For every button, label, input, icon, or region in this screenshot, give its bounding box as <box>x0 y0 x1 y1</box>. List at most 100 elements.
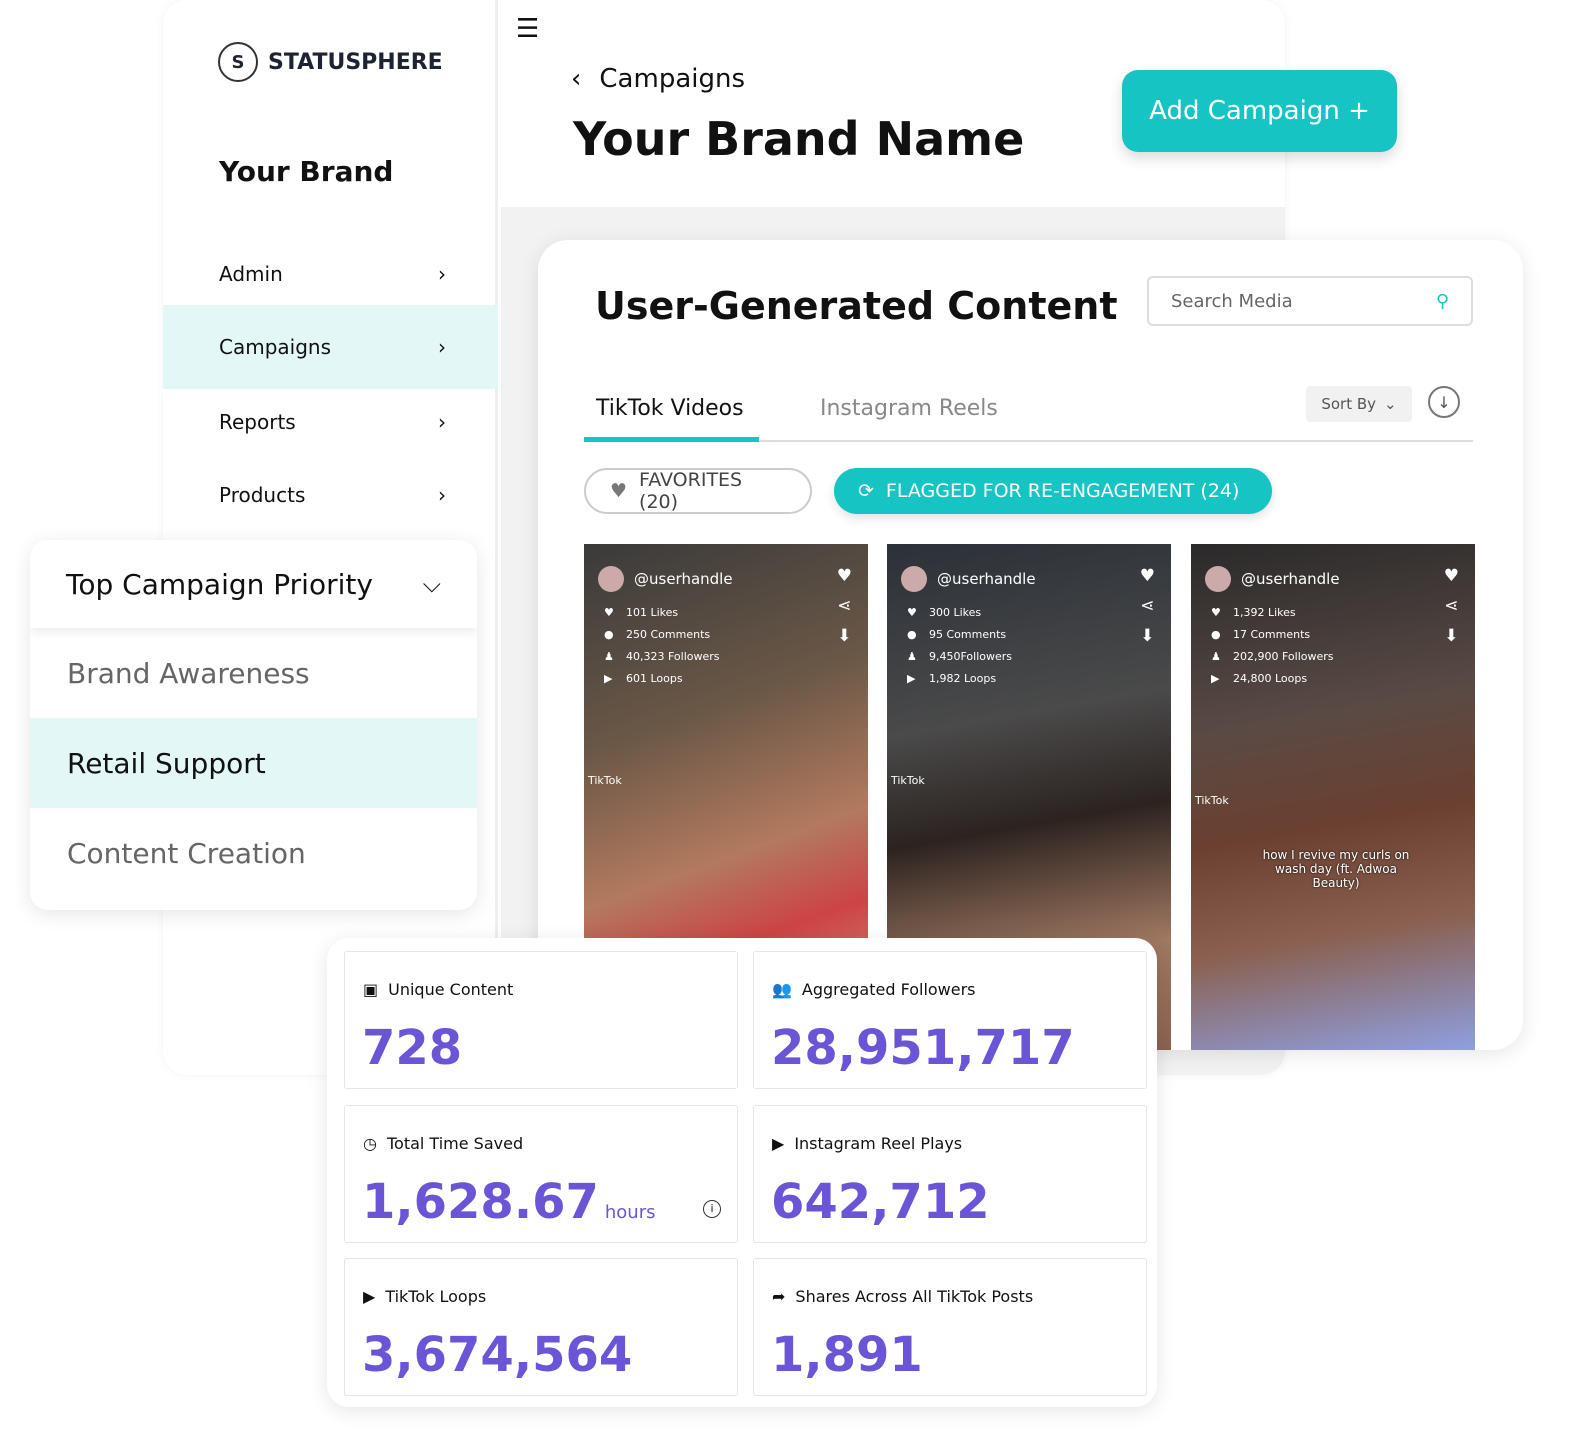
share-icon[interactable]: ⋖ <box>1444 596 1458 616</box>
comments: 17 Comments <box>1233 628 1311 641</box>
avatar <box>1205 566 1231 592</box>
option-content-creation[interactable]: Content Creation <box>30 808 477 898</box>
heart-icon[interactable]: ♥ <box>1444 566 1459 586</box>
ugc-title: User-Generated Content <box>595 284 1118 328</box>
play-icon: ▶ <box>604 672 613 685</box>
logo-icon: S <box>218 42 258 82</box>
logo[interactable]: S STATUSPHERE <box>218 42 443 82</box>
nav-label: Admin <box>219 262 283 286</box>
comments: 250 Comments <box>626 628 711 641</box>
stat-value: 642,712 <box>771 1174 990 1230</box>
user-handle[interactable]: @userhandle <box>1241 570 1340 588</box>
stat-label: Aggregated Followers <box>801 980 976 999</box>
user-icon: ♟ <box>1211 650 1221 663</box>
refresh-icon: ⟳ <box>858 480 874 502</box>
play-icon: ▶ <box>772 1134 785 1153</box>
sidebar: S STATUSPHERE Your Brand Admin › Campaigns… <box>163 0 498 1075</box>
video-stats: ♥ 300 Likes ● 95 Comments ♟ 9,450Followers … <box>907 602 1012 690</box>
stat-label: TikTok Loops <box>385 1287 487 1306</box>
followers: 9,450Followers <box>929 650 1013 663</box>
comments: 95 Comments <box>929 628 1007 641</box>
sidebar-item-reports[interactable]: Reports › <box>163 380 498 464</box>
stat-label: Shares Across All TikTok Posts <box>795 1287 1034 1306</box>
favorites-filter[interactable]: ♥ FAVORITES (20) <box>584 468 812 514</box>
sidebar-item-admin[interactable]: Admin › <box>163 232 498 316</box>
favorites-label: FAVORITES (20) <box>639 469 743 513</box>
likes: 300 Likes <box>929 606 982 619</box>
chevron-left-icon[interactable]: ‹ <box>571 64 581 94</box>
chevron-right-icon: › <box>438 410 446 434</box>
breadcrumb[interactable]: ‹ Campaigns <box>571 64 745 94</box>
heart-icon: ♥ <box>1211 606 1221 619</box>
stat-label: Unique Content <box>388 980 514 999</box>
page-title: Your Brand Name <box>573 112 1025 166</box>
stat-label: Instagram Reel Plays <box>794 1134 963 1153</box>
stat-label: Total Time Saved <box>386 1134 524 1153</box>
video-caption: how I revive my curls on wash day (ft. A… <box>1262 848 1410 890</box>
info-icon[interactable]: i <box>703 1200 721 1218</box>
comment-icon: ● <box>604 628 614 641</box>
nav-label: Reports <box>219 410 296 434</box>
play-icon: ▶ <box>907 672 916 685</box>
avatar <box>901 566 927 592</box>
comment-icon: ● <box>1211 628 1221 641</box>
video-card[interactable]: @userhandle ♥ 1,392 Likes ● 17 Comments ♟ 2… <box>1191 544 1475 1050</box>
nav-label: Campaigns <box>219 335 332 359</box>
tab-instagram-reels[interactable]: Instagram Reels <box>808 396 1010 442</box>
nav-label: Products <box>219 483 306 507</box>
image-icon: ▣ <box>363 980 379 999</box>
search-icon[interactable]: ⚲ <box>1436 291 1449 312</box>
stat-instagram-reel-plays: ▶ Instagram Reel Plays 642,712 <box>753 1105 1147 1243</box>
loops: 1,982 Loops <box>929 672 997 685</box>
user-icon: ♟ <box>907 650 917 663</box>
stat-value: 1,628.67 <box>362 1174 599 1230</box>
heart-icon[interactable]: ♥ <box>1140 566 1155 586</box>
stat-value: 1,891 <box>771 1327 923 1383</box>
share-arrow-icon: ➦ <box>772 1287 786 1306</box>
chevron-down-icon: ⌄ <box>1384 395 1397 413</box>
tab-tiktok-videos[interactable]: TikTok Videos <box>584 396 759 442</box>
option-retail-support[interactable]: Retail Support <box>30 718 477 808</box>
download-icon[interactable]: ⬇ <box>1444 626 1458 646</box>
download-icon[interactable]: ⬇ <box>1140 626 1154 646</box>
loops: 601 Loops <box>626 672 683 685</box>
chevron-right-icon: › <box>438 335 446 359</box>
ugc-panel: User-Generated Content Search Media ⚲ Tik… <box>538 240 1523 1050</box>
sidebar-item-campaigns[interactable]: Campaigns › <box>163 305 498 389</box>
option-brand-awareness[interactable]: Brand Awareness <box>30 628 477 718</box>
priority-dropdown-toggle[interactable]: Top Campaign Priority ⌵ <box>30 540 477 628</box>
priority-label: Top Campaign Priority <box>66 567 373 601</box>
chevron-down-icon: ⌵ <box>422 570 441 598</box>
stat-value: 28,951,717 <box>771 1020 1075 1076</box>
heart-icon[interactable]: ♥ <box>837 566 852 586</box>
brand-name: Your Brand <box>219 155 394 188</box>
flagged-label: FLAGGED FOR RE-ENGAGEMENT (24) <box>885 480 1240 502</box>
user-handle[interactable]: @userhandle <box>634 570 733 588</box>
hamburger-menu-icon[interactable]: ☰ <box>516 14 539 44</box>
share-icon[interactable]: ⋖ <box>837 596 851 616</box>
video-stats: ♥ 101 Likes ● 250 Comments ♟ 40,323 Followe… <box>604 602 720 690</box>
add-campaign-button[interactable]: Add Campaign + <box>1122 70 1397 152</box>
heart-icon: ♥ <box>907 606 917 619</box>
comment-icon: ● <box>907 628 917 641</box>
search-media-input[interactable]: Search Media ⚲ <box>1147 276 1473 326</box>
share-icon[interactable]: ⋖ <box>1140 596 1154 616</box>
likes: 101 Likes <box>626 606 679 619</box>
chevron-right-icon: › <box>438 483 446 507</box>
download-icon[interactable]: ↓ <box>1428 386 1460 418</box>
campaign-priority-dropdown: Top Campaign Priority ⌵ Brand Awareness R… <box>30 540 477 910</box>
play-icon: ▶ <box>363 1287 376 1306</box>
download-icon[interactable]: ⬇ <box>837 626 851 646</box>
loops: 24,800 Loops <box>1233 672 1308 685</box>
sidebar-item-products[interactable]: Products › <box>163 453 498 537</box>
breadcrumb-label[interactable]: Campaigns <box>599 64 745 94</box>
tiktok-watermark: TikTok <box>1195 794 1229 807</box>
stat-tiktok-loops: ▶ TikTok Loops 3,674,564 <box>344 1258 738 1396</box>
user-handle[interactable]: @userhandle <box>937 570 1036 588</box>
stats-panel: ▣ Unique Content 728 👥 Aggregated Followers… <box>327 938 1157 1407</box>
flagged-filter[interactable]: ⟳ FLAGGED FOR RE-ENGAGEMENT (24) <box>834 468 1272 514</box>
followers: 40,323 Followers <box>626 650 720 663</box>
user-icon: ♟ <box>604 650 614 663</box>
heart-icon: ♥ <box>610 480 628 502</box>
sort-by-dropdown[interactable]: Sort By ⌄ <box>1306 386 1412 422</box>
